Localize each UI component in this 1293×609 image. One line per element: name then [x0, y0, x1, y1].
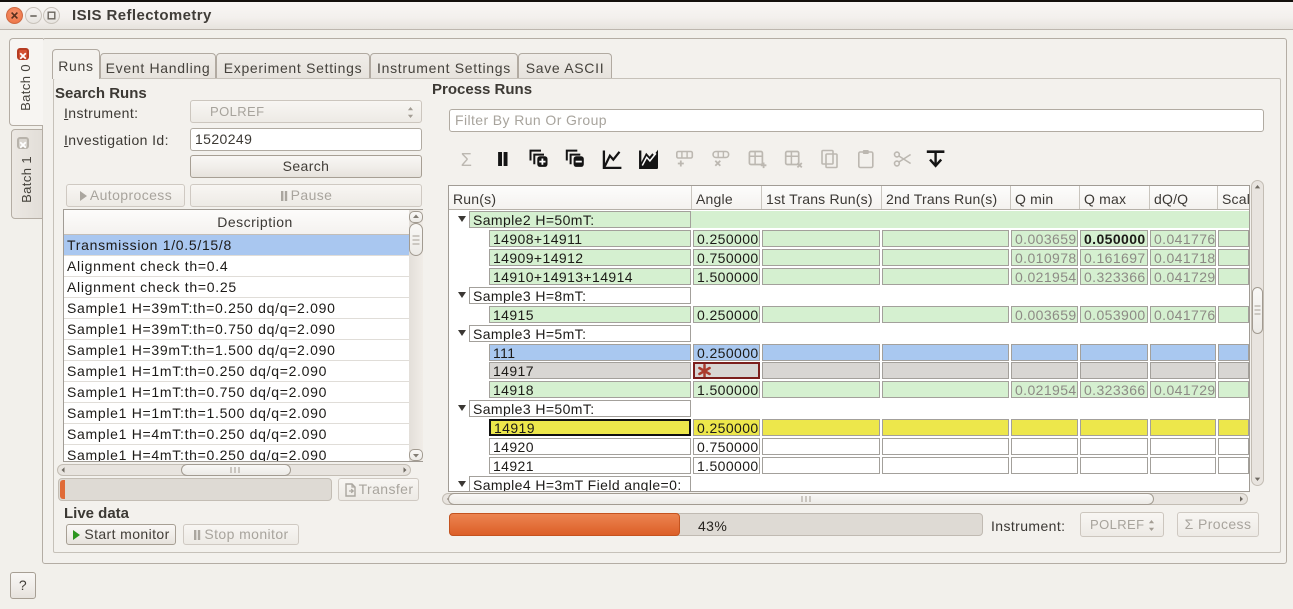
svg-text:Σ: Σ — [461, 150, 473, 170]
